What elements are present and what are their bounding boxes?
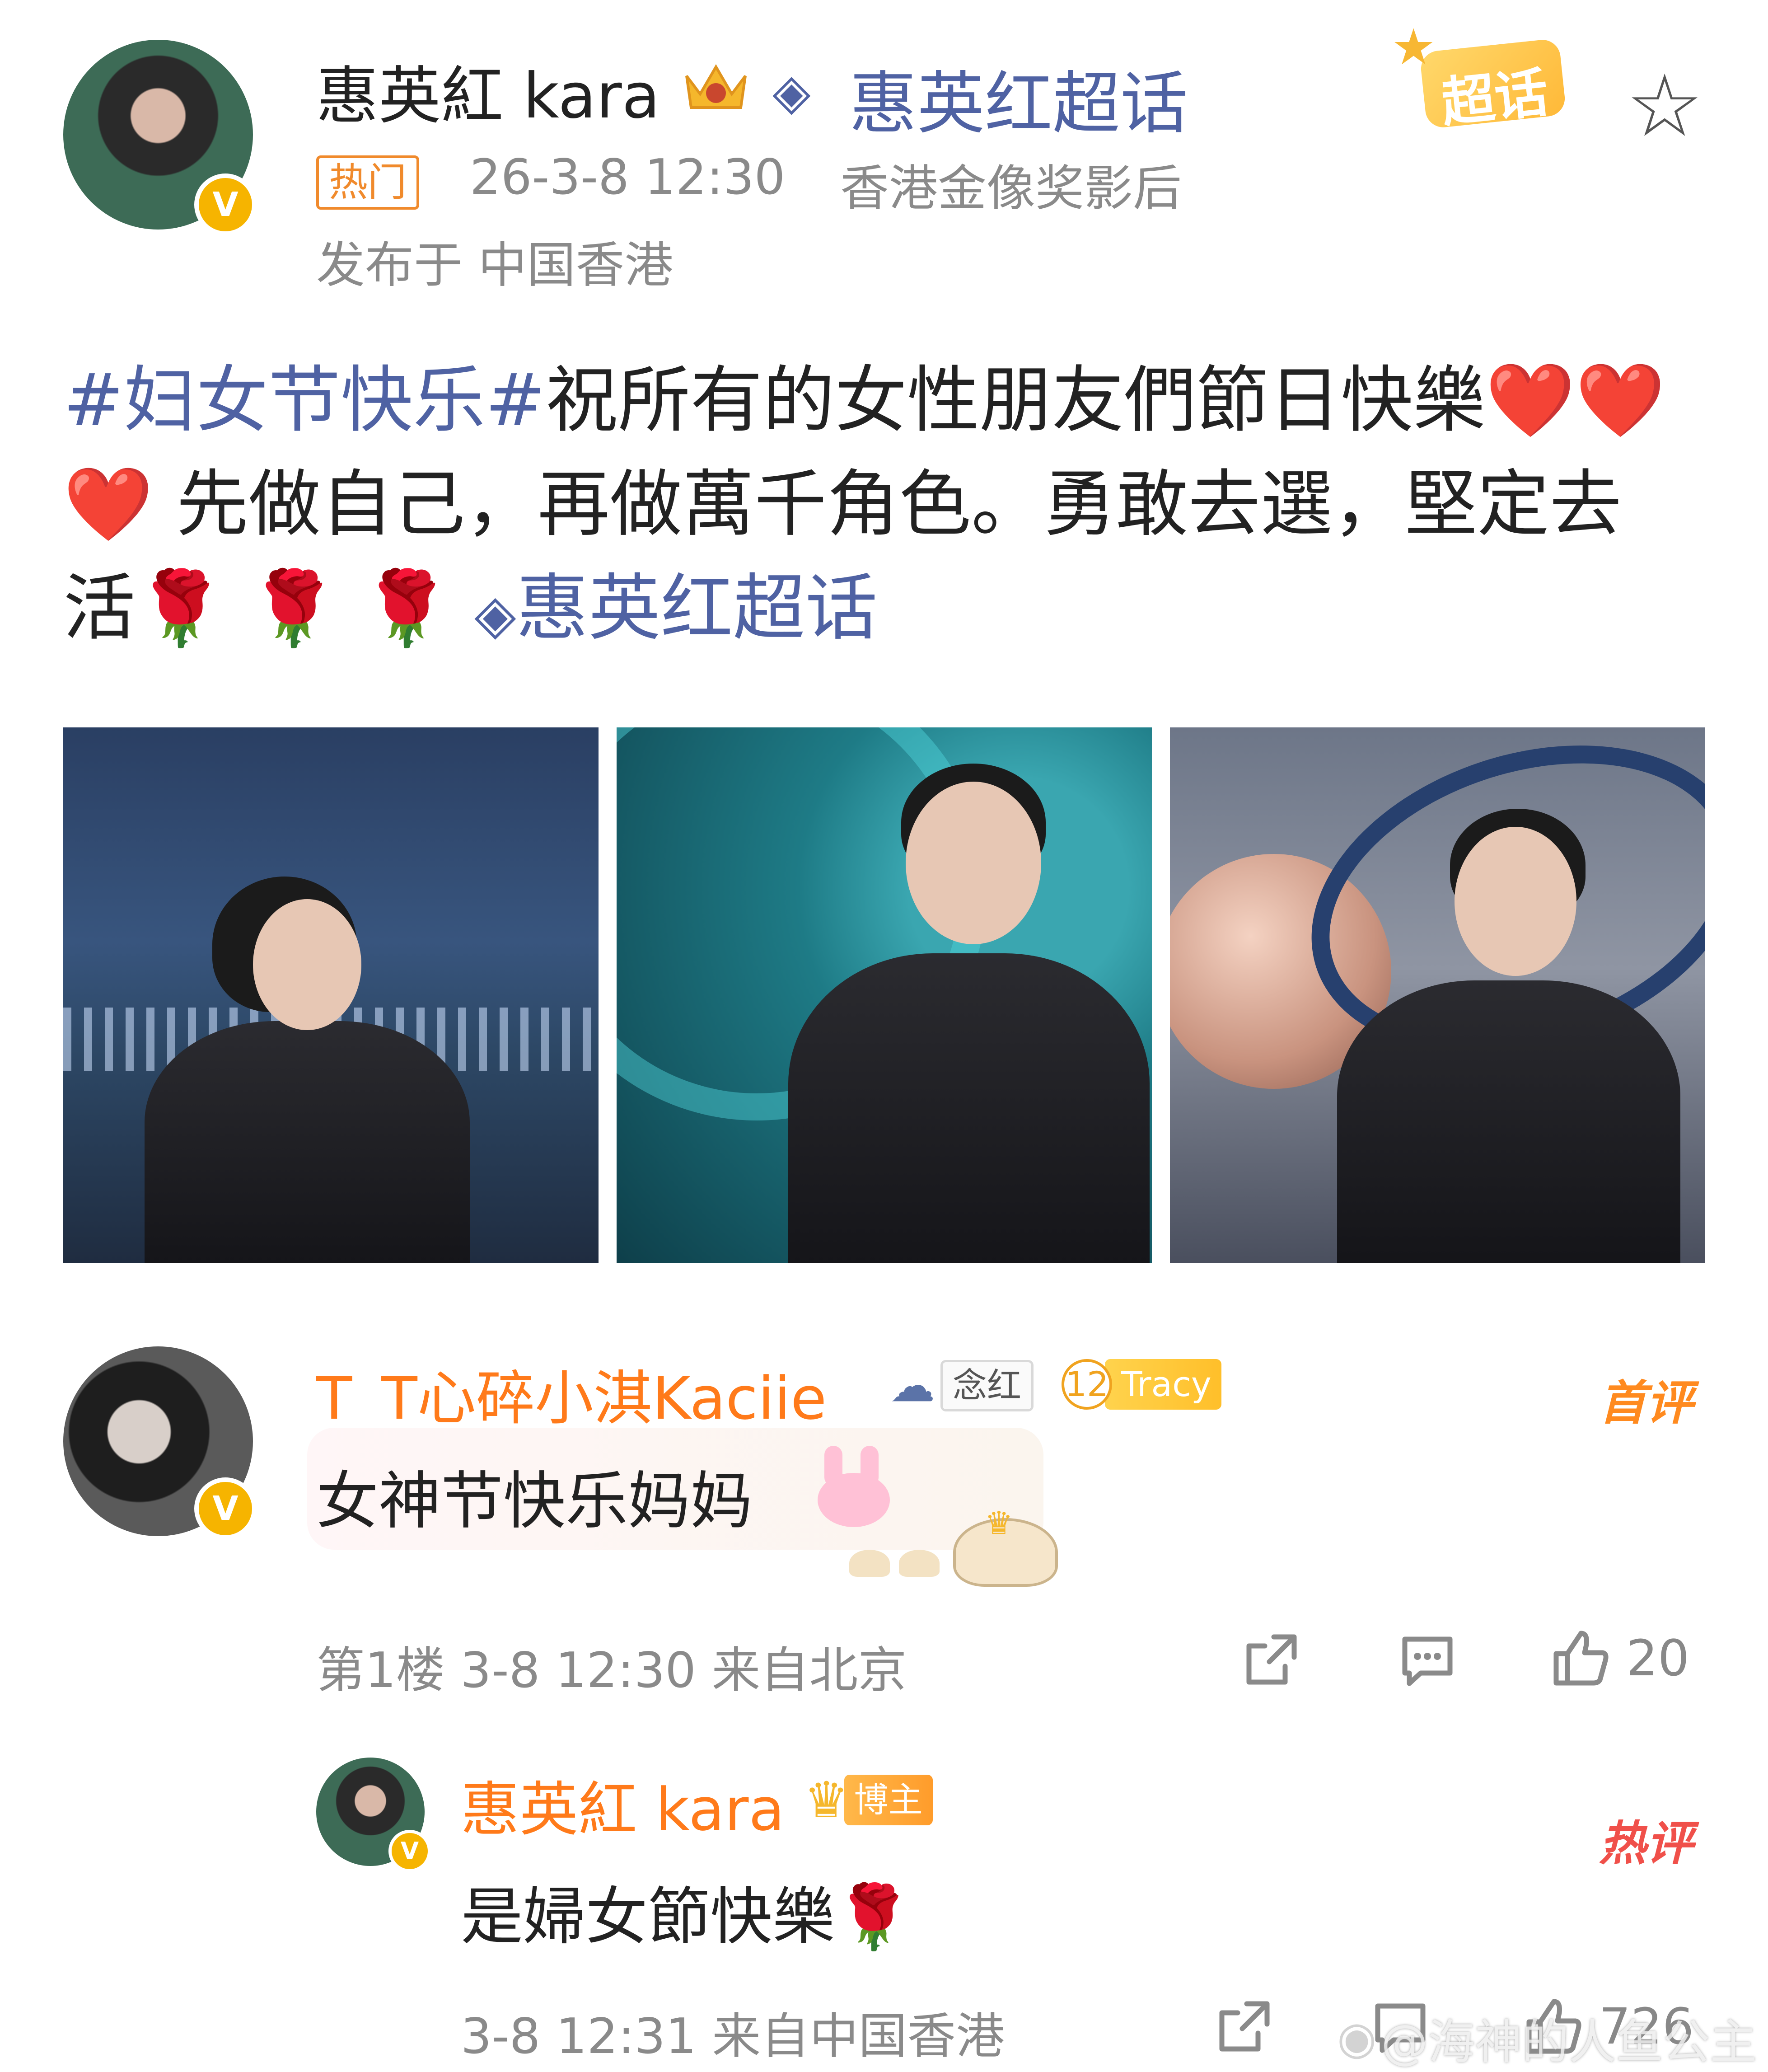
hashtag-link[interactable]: #妇女节快乐# xyxy=(63,358,546,442)
post-text-3: 活🌹 🌹 🌹 xyxy=(63,566,452,650)
sparkle-icon: ★ xyxy=(1391,18,1436,76)
reply-meta: 3-8 12:31 来自中国香港 xyxy=(461,2008,1005,2065)
commenter-name[interactable]: T_T心碎小淇Kaciie xyxy=(316,1351,827,1436)
post-text-1: 祝所有的女性朋友們節日快樂❤️❤️ xyxy=(546,358,1665,442)
reply-share-icon[interactable] xyxy=(1215,1997,1274,2056)
like-count: 20 xyxy=(1626,1629,1689,1687)
fan-badge-label: 念红 xyxy=(940,1359,1034,1411)
comment-floor-meta: 第1楼 3-8 12:30 来自北京 xyxy=(316,1642,907,1699)
share-icon[interactable] xyxy=(1242,1630,1301,1689)
supertopic-badge-label: 超话 xyxy=(1438,61,1551,134)
inline-supertopic-diamond-icon: ◈ xyxy=(474,583,516,646)
like-button[interactable]: 20 xyxy=(1549,1627,1689,1690)
favorite-star-icon[interactable]: ☆ xyxy=(1626,63,1703,149)
supertopic-link[interactable]: 惠英红超话 xyxy=(849,49,1188,147)
reply-author-name[interactable]: 惠英紅 kara xyxy=(461,1762,785,1847)
fan-badge: ☁ 念红 xyxy=(890,1359,1034,1412)
weibo-logo-icon: ◉ xyxy=(1337,2011,1377,2064)
cloud-icon: ☁ xyxy=(890,1359,935,1412)
crown-badge-icon xyxy=(678,58,754,117)
post-image-1[interactable] xyxy=(63,727,599,1263)
thumbs-up-icon xyxy=(1549,1627,1613,1690)
supertopic-badge[interactable]: 超话 ★ xyxy=(1391,18,1572,136)
blogger-badge: ♛ 博主 xyxy=(804,1771,933,1829)
supertopic-diamond-icon: ◈ xyxy=(772,63,811,121)
reply-verified-badge-icon: V xyxy=(388,1830,431,1872)
first-comment-tag: 首评 xyxy=(1599,1375,1693,1430)
post-line-1: #妇女节快乐#祝所有的女性朋友們節日快樂❤️❤️ xyxy=(63,348,1665,453)
post-image-3[interactable] xyxy=(1170,727,1705,1263)
reply-icon[interactable] xyxy=(1396,1630,1459,1689)
watermark-text: @海神的人鱼公主 xyxy=(1381,2015,1757,2070)
level-badge: 12 Tracy xyxy=(1062,1359,1221,1410)
comment-text: 女神节快乐妈妈 xyxy=(316,1465,753,1538)
blogger-badge-label: 博主 xyxy=(844,1775,933,1825)
post-text-2: ❤️ 先做自己，再做萬千角色。勇敢去選，堅定去 xyxy=(63,462,1622,546)
hot-tag: 热门 xyxy=(316,155,419,210)
hot-comment-tag: 热评 xyxy=(1599,1816,1693,1871)
verified-badge-icon: V xyxy=(194,173,257,236)
inline-supertopic-link[interactable]: 惠英红超话 xyxy=(516,566,878,650)
level-badge-number: 12 xyxy=(1062,1359,1112,1410)
author-name[interactable]: 惠英紅 kara xyxy=(316,45,660,136)
watermark: ◉ @海神的人鱼公主 xyxy=(1337,2004,1757,2072)
reply-text: 是婦女節快樂🌹 xyxy=(461,1880,912,1953)
post-datetime: 26-3-8 12:30 xyxy=(470,149,786,206)
post-location: 发布于 中国香港 xyxy=(316,237,674,294)
post-line-3: 活🌹 🌹 🌹 ◈惠英红超话 xyxy=(63,556,878,667)
post-image-2[interactable] xyxy=(617,727,1152,1263)
commenter-verified-badge-icon: V xyxy=(194,1477,257,1540)
dumpling-decoration-icon: ♛ xyxy=(849,1505,1066,1587)
level-badge-name: Tracy xyxy=(1105,1359,1221,1410)
author-title: 香港金像奖影后 xyxy=(840,160,1182,217)
blogger-crown-icon: ♛ xyxy=(804,1771,849,1829)
